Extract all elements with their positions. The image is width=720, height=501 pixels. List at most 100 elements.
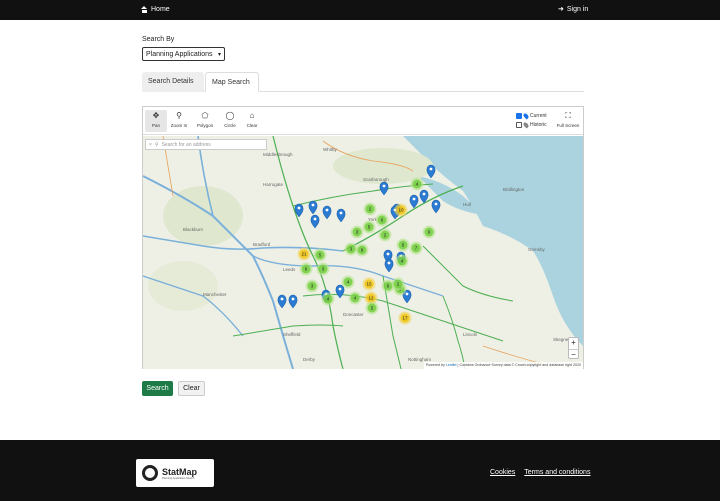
logo-subtitle: Planning Application Search [162,476,195,480]
home-link[interactable]: Home [141,6,170,13]
marker-cluster[interactable]: 2 [378,228,392,242]
layer-current-toggle[interactable]: Current [516,112,547,120]
layer-current-checkbox[interactable] [516,113,522,119]
map-place-label: Bridlington [503,187,525,192]
sign-in-icon: ➜ [558,6,564,13]
marker-cluster[interactable]: 5 [396,238,410,252]
footer: StatMap Planning Application Search Cook… [0,440,720,501]
leaflet-link[interactable]: Leaflet [446,363,457,367]
zoom-in-button[interactable]: + [569,338,578,349]
marker-cluster[interactable]: 4 [348,291,362,305]
footer-links: Cookies Terms and conditions [490,469,590,476]
close-icon[interactable]: × [149,142,152,148]
map-place-label: Whitby [323,147,338,152]
sign-in-label: Sign in [566,6,589,13]
map-place-label: Blackburn [183,227,204,232]
layer-historic-label: Historic [530,122,547,128]
address-search-input[interactable]: × ⚲ Search for an address [145,139,267,150]
marker-cluster[interactable]: 4 [341,275,355,289]
zoom-in-label: Zoom In [170,123,188,128]
chevron-down-icon: ▾ [217,51,221,58]
search-by-select[interactable]: Planning Applications ▾ [142,47,225,61]
pan-icon: ✥ [152,111,160,120]
layer-historic-toggle[interactable]: Historic [516,121,547,129]
pan-tool[interactable]: ✥ Pan [145,110,167,132]
pan-label: Pan [151,123,160,128]
marker-cluster[interactable]: 4 [395,254,409,268]
map-canvas[interactable]: DarlingtonScarboroughHarrogateYorkLeedsB… [143,136,583,369]
zoom-in-tool[interactable]: ⚲ Zoom In [168,110,190,132]
map-place-label: Hull [463,202,471,207]
marker-cluster[interactable]: 6 [375,213,389,227]
map-attribution: Powered by Leaflet | Contains Ordnance S… [423,362,583,369]
cluster-count: 12 [368,296,374,301]
marker-cluster[interactable]: 5 [313,248,327,262]
clear-icon: ⌂ [249,111,255,120]
home-icon [141,6,148,13]
search-icon: ⚲ [154,141,159,148]
marker-cluster[interactable]: 15 [362,277,376,291]
cluster-count: 15 [366,282,372,287]
marker-cluster[interactable]: 21 [297,247,311,261]
polygon-tool[interactable]: ⬠ Polygon [194,110,216,132]
polygon-icon: ⬠ [201,111,209,120]
tab-map-search[interactable]: Map Search [205,72,259,92]
terms-link[interactable]: Terms and conditions [524,469,590,476]
map-place-label: Lincoln [463,332,478,337]
top-navbar: Home ➜ Sign in [0,0,720,20]
search-button[interactable]: Search [142,381,173,396]
zoom-in-icon: ⚲ [176,111,182,120]
marker-cluster[interactable]: 4 [410,177,424,191]
current-pin-icon [522,112,530,120]
clear-button[interactable]: Clear [178,381,205,396]
map-place-label: Scarborough [363,177,389,182]
marker-cluster[interactable]: 3 [305,279,319,293]
marker-cluster[interactable]: 9 [355,243,369,257]
sign-in-link[interactable]: ➜ Sign in [558,6,588,13]
zoom-out-button[interactable]: − [569,349,578,360]
map-place-label: Leeds [283,267,296,272]
cluster-count: 21 [301,252,307,257]
marker-cluster[interactable]: 17 [398,311,412,325]
map-panel: ✥ Pan ⚲ Zoom In ⬠ Polygon ◯ Circle ⌂ Cle… [142,106,584,369]
circle-tool[interactable]: ◯ Circle [219,110,241,132]
marker-cluster[interactable]: 6 [422,225,436,239]
attribution-rest: | Contains Ordnance Survey data © Crown … [456,363,581,367]
attribution-prefix: Powered by [425,363,446,367]
clear-tool[interactable]: ⌂ Clear [241,110,263,132]
map-toolbar: ✥ Pan ⚲ Zoom In ⬠ Polygon ◯ Circle ⌂ Cle… [143,107,583,135]
clear-tool-label: Clear [246,123,258,128]
cluster-count: 17 [402,316,408,321]
polygon-label: Polygon [196,123,214,128]
map-tiles: DarlingtonScarboroughHarrogateYorkLeedsB… [143,136,583,369]
circle-label: Circle [224,123,236,128]
marker-cluster[interactable]: 5 [365,301,379,315]
layer-current-label: Current [530,113,547,119]
statmap-logo-icon [142,465,158,481]
fullscreen-tool[interactable]: ⛶ Full Screen [555,110,581,132]
marker-cluster[interactable]: 4 [321,292,335,306]
map-place-label: Sheffield [283,332,301,337]
map-place-label: Bradford [253,242,271,247]
map-place-label: Middlesbrough [263,152,293,157]
logo-name: StatMap [162,466,198,477]
marker-cluster[interactable]: 2 [363,202,377,216]
fullscreen-label: Full Screen [556,123,580,128]
layer-historic-checkbox[interactable] [516,122,522,128]
statmap-logo[interactable]: StatMap Planning Application Search [136,459,214,487]
search-by-selected: Planning Applications [146,50,213,58]
marker-cluster[interactable]: 3 [316,262,330,276]
marker-cluster[interactable]: 7 [409,241,423,255]
map-place-label: Grimsby [528,247,545,252]
marker-cluster[interactable]: 10 [394,203,408,217]
marker-cluster[interactable]: 3 [344,242,358,256]
marker-cluster[interactable]: 5 [362,220,376,234]
marker-cluster[interactable]: 3 [350,225,364,239]
cookies-link[interactable]: Cookies [490,469,515,476]
map-place-label: Derby [303,357,316,362]
marker-cluster[interactable]: 2 [391,277,405,291]
map-place-label: Harrogate [263,182,284,187]
marker-cluster[interactable]: 6 [299,262,313,276]
tab-search-details[interactable]: Search Details [142,72,204,92]
fullscreen-icon: ⛶ [565,111,571,120]
